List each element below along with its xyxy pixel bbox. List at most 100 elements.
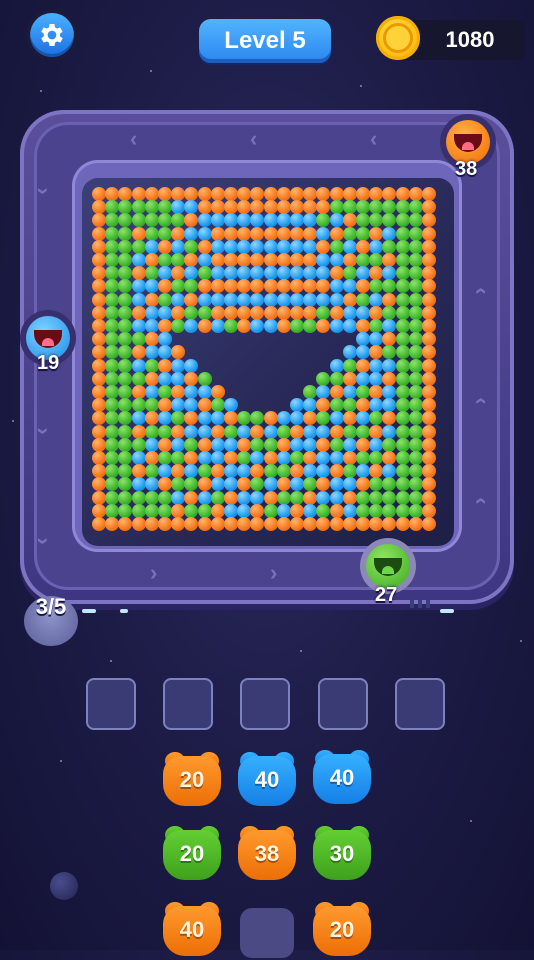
bubble xyxy=(210,451,225,465)
bubble xyxy=(184,292,199,307)
holding-slot-2[interactable] xyxy=(163,678,213,730)
bubble xyxy=(395,213,410,228)
settings-button[interactable] xyxy=(26,9,78,61)
bubble xyxy=(290,187,304,201)
bubble xyxy=(197,424,212,439)
bubble xyxy=(158,226,172,241)
bubble xyxy=(408,398,423,413)
bubble xyxy=(118,358,133,373)
holding-slot-5[interactable] xyxy=(395,678,445,730)
bubble xyxy=(92,503,106,518)
queue-token[interactable]: 20 xyxy=(313,902,371,960)
bubble xyxy=(276,437,291,452)
bubble xyxy=(263,266,278,281)
bubble xyxy=(131,490,146,505)
bubble xyxy=(290,503,304,518)
bubble xyxy=(131,503,146,518)
bubble xyxy=(131,477,146,492)
queue-token[interactable]: 40 xyxy=(163,902,221,960)
bubble xyxy=(92,187,106,201)
bubble xyxy=(197,385,212,399)
bubble xyxy=(105,503,120,518)
coin-amount: 1080 xyxy=(445,27,495,52)
bubble xyxy=(290,253,304,267)
chevron-down-icon: › xyxy=(31,427,57,435)
bubble xyxy=(276,226,291,241)
bubble xyxy=(329,451,344,465)
bubble xyxy=(329,398,344,413)
bubble xyxy=(303,239,318,254)
bubble xyxy=(144,253,159,267)
bubble xyxy=(158,385,172,399)
bubble xyxy=(224,319,238,333)
queue-token[interactable]: 38 xyxy=(238,826,296,884)
bubble xyxy=(131,345,146,360)
bubble xyxy=(329,490,344,505)
bubble xyxy=(356,437,370,452)
bubble xyxy=(118,292,133,307)
bubble xyxy=(131,213,146,228)
bubble xyxy=(237,305,252,320)
bubble xyxy=(263,319,278,333)
bubble xyxy=(184,490,199,505)
bubble xyxy=(369,226,384,241)
bubble xyxy=(395,424,410,439)
bubble xyxy=(356,319,370,333)
bubble xyxy=(131,451,146,465)
bubble xyxy=(171,305,186,320)
bubble xyxy=(250,226,265,241)
chevron-down-icon: › xyxy=(31,537,57,545)
bubble xyxy=(329,187,344,201)
bubble xyxy=(131,279,146,294)
bubble xyxy=(250,490,265,505)
holding-slot-3[interactable] xyxy=(240,678,290,730)
bubble xyxy=(131,187,146,201)
bubble xyxy=(408,451,423,465)
bubble xyxy=(144,358,159,373)
bubble xyxy=(342,200,357,215)
bubble xyxy=(92,305,106,320)
bubble xyxy=(105,424,120,439)
bubble xyxy=(369,239,384,254)
holding-slot-1[interactable] xyxy=(86,678,136,730)
queue-token[interactable]: 40 xyxy=(313,750,371,808)
bubble xyxy=(342,385,357,399)
bubble xyxy=(329,503,344,518)
chevron-up-icon: › xyxy=(466,397,492,405)
bubble xyxy=(342,239,357,254)
bubble xyxy=(210,398,225,413)
holding-slot-4[interactable] xyxy=(318,678,368,730)
bubble xyxy=(356,226,370,241)
bubble xyxy=(422,490,436,505)
bubble xyxy=(263,226,278,241)
bubble xyxy=(422,187,436,201)
queue-token[interactable]: 40 xyxy=(238,752,296,810)
bubble xyxy=(342,503,357,518)
bubble xyxy=(329,213,344,228)
bubble xyxy=(171,490,186,505)
bubble xyxy=(395,319,410,333)
queue-token[interactable]: 20 xyxy=(163,752,221,810)
bubble xyxy=(144,398,159,413)
bubble xyxy=(408,266,423,281)
queue-token[interactable]: 30 xyxy=(313,826,371,884)
bubble xyxy=(316,424,331,439)
bubble xyxy=(92,371,106,386)
bubble xyxy=(105,371,120,386)
bubble xyxy=(290,424,304,439)
bubble xyxy=(342,319,357,333)
bubble xyxy=(263,279,278,294)
bubble xyxy=(237,503,252,518)
bubble xyxy=(210,226,225,241)
bubble xyxy=(92,239,106,254)
bubble xyxy=(210,385,225,399)
bubble xyxy=(356,358,370,373)
bubble xyxy=(422,239,436,254)
gear-icon xyxy=(41,24,63,46)
bubble xyxy=(395,411,410,426)
bubble xyxy=(131,332,146,347)
bubble xyxy=(316,490,331,505)
bubble xyxy=(329,358,344,373)
chevron-right-icon: › xyxy=(150,560,158,585)
queue-token[interactable]: 20 xyxy=(163,826,221,884)
